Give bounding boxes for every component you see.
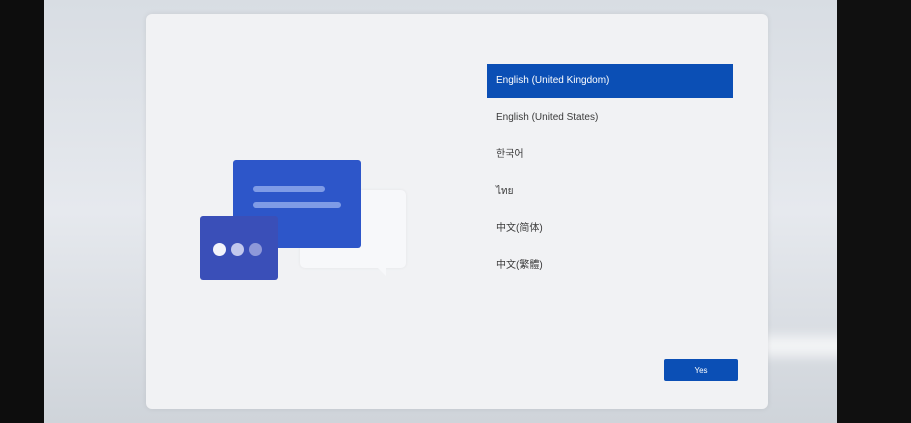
text-line (253, 202, 341, 208)
language-option-chinese-traditional[interactable]: 中文(繁體) (487, 249, 733, 283)
typing-dot (249, 243, 262, 256)
language-option-english-uk[interactable]: English (United Kingdom) (487, 64, 733, 98)
language-option-thai[interactable]: ไทย (487, 175, 733, 209)
monitor-bezel-right (837, 0, 911, 423)
front-chat-bubble (200, 216, 278, 280)
ghost-bubble-tail (376, 266, 386, 276)
language-list: English (United Kingdom) English (United… (487, 64, 733, 286)
text-line (253, 186, 325, 192)
language-option-english-us[interactable]: English (United States) (487, 101, 733, 135)
language-option-chinese-simplified[interactable]: 中文(简体) (487, 212, 733, 246)
chat-bubbles-icon (200, 160, 410, 290)
monitor-bezel-left (0, 0, 44, 423)
language-option-korean[interactable]: 한국어 (487, 138, 733, 172)
typing-dot (213, 243, 226, 256)
typing-dot (231, 243, 244, 256)
yes-button[interactable]: Yes (664, 359, 738, 381)
